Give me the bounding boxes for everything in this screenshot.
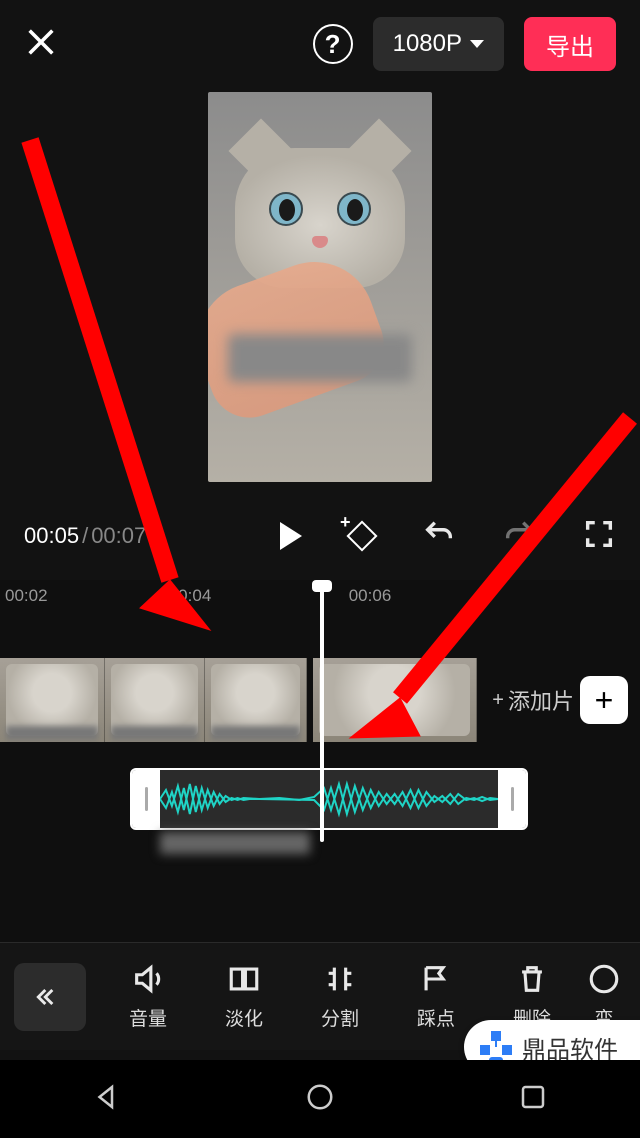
add-clip-label: + 添加片 bbox=[492, 684, 574, 716]
resolution-label: 1080P bbox=[393, 30, 462, 58]
tool-volume[interactable]: 音量 bbox=[100, 962, 196, 1031]
playhead[interactable] bbox=[320, 584, 324, 842]
video-clip[interactable] bbox=[0, 658, 105, 742]
tool-beat[interactable]: 踩点 bbox=[388, 962, 484, 1031]
ruler-tick: 00:06 bbox=[349, 586, 392, 606]
back-button[interactable] bbox=[14, 963, 86, 1031]
nav-back[interactable] bbox=[92, 1082, 122, 1117]
audio-trim-right[interactable] bbox=[498, 770, 526, 828]
chevron-down-icon bbox=[470, 40, 484, 48]
video-clip[interactable] bbox=[313, 658, 477, 742]
play-button[interactable] bbox=[276, 522, 302, 550]
nav-recent[interactable] bbox=[518, 1082, 548, 1117]
tool-split[interactable]: 分割 bbox=[292, 962, 388, 1031]
audio-clip[interactable] bbox=[130, 768, 528, 830]
ruler-tick: 00:04 bbox=[169, 586, 212, 606]
current-time: 00:05 bbox=[24, 523, 79, 549]
total-time: 00:07 bbox=[91, 523, 146, 549]
close-button[interactable] bbox=[24, 25, 58, 64]
ruler-tick: 00:02 bbox=[5, 586, 48, 606]
system-nav bbox=[0, 1060, 640, 1138]
undo-button[interactable] bbox=[422, 517, 456, 556]
keyframe-button[interactable]: + bbox=[348, 522, 376, 550]
help-icon[interactable]: ? bbox=[313, 24, 353, 64]
nav-home[interactable] bbox=[305, 1082, 335, 1117]
add-clip-button[interactable]: + bbox=[580, 676, 628, 724]
video-clip[interactable] bbox=[205, 658, 307, 742]
video-clip[interactable] bbox=[105, 658, 205, 742]
audio-trim-left[interactable] bbox=[132, 770, 160, 828]
timecode: 00:05 / 00:07 bbox=[24, 523, 146, 549]
blur-overlay bbox=[160, 832, 310, 854]
export-button[interactable]: 导出 bbox=[524, 17, 616, 71]
fullscreen-button[interactable] bbox=[582, 517, 616, 556]
export-label: 导出 bbox=[546, 27, 594, 62]
audio-waveform bbox=[160, 770, 498, 828]
redo-button[interactable] bbox=[502, 517, 536, 556]
tool-fade[interactable]: 淡化 bbox=[196, 962, 292, 1031]
resolution-dropdown[interactable]: 1080P bbox=[373, 17, 504, 71]
caption-overlay bbox=[228, 334, 412, 382]
video-preview[interactable] bbox=[208, 92, 432, 482]
